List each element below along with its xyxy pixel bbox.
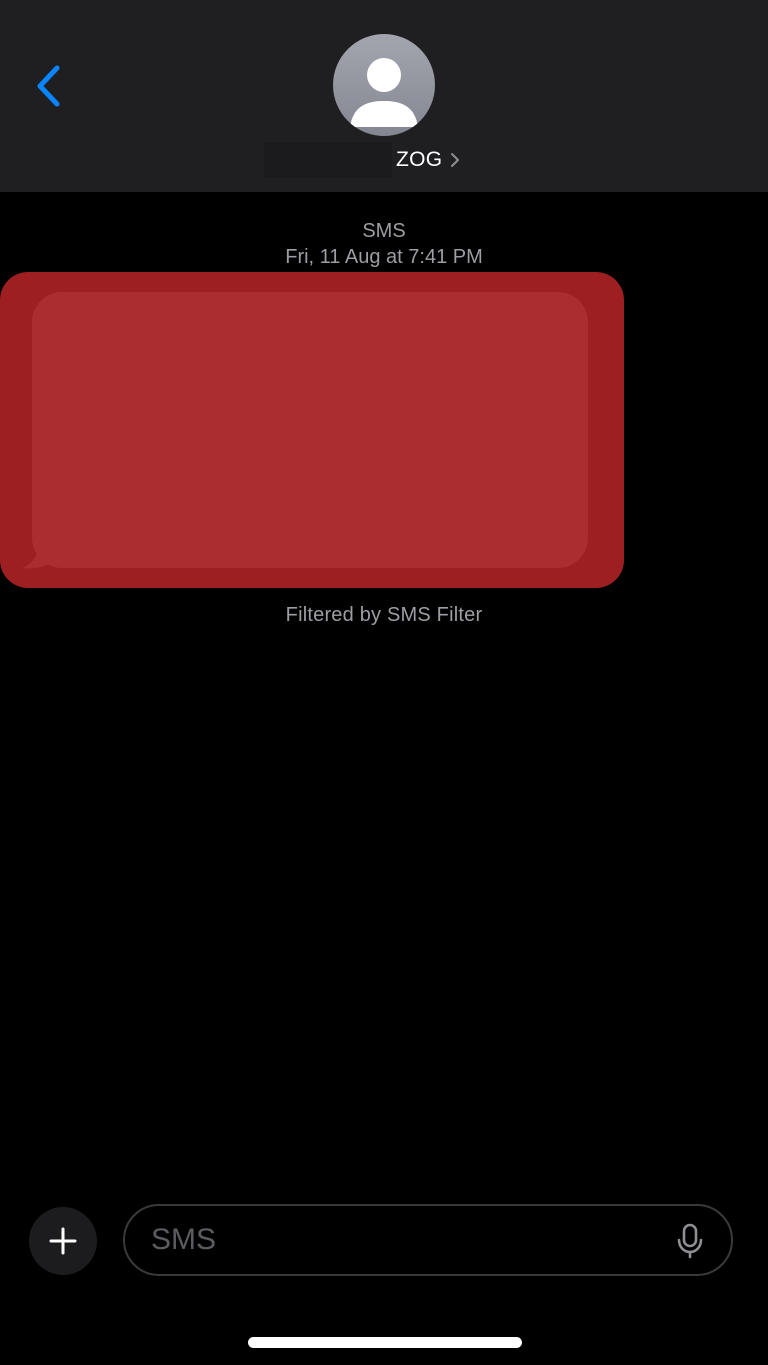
person-silhouette-icon	[350, 58, 418, 127]
back-button[interactable]	[26, 58, 70, 114]
plus-icon	[49, 1227, 77, 1255]
service-label: SMS	[362, 220, 406, 242]
message-input[interactable]	[151, 1206, 651, 1274]
redacted-name-block	[264, 142, 392, 178]
message-timestamp: Fri, 11 Aug at 7:41 PM	[285, 246, 483, 268]
microphone-icon[interactable]	[675, 1223, 705, 1259]
contact-avatar[interactable]	[333, 34, 435, 136]
messages-screen: ZOG SMS Fri, 11 Aug at 7:41 PM Filtered …	[0, 0, 768, 1365]
bubble-tail	[22, 540, 56, 569]
message-field[interactable]	[123, 1204, 733, 1276]
chevron-left-icon	[37, 65, 60, 107]
filtered-note: Filtered by SMS Filter	[285, 604, 483, 626]
contact-name-button[interactable]: ZOG	[396, 146, 460, 174]
conversation-header: ZOG	[0, 0, 768, 192]
message-bubble-redacted[interactable]	[0, 272, 624, 588]
add-attachment-button[interactable]	[29, 1207, 97, 1275]
home-indicator[interactable]	[248, 1337, 522, 1348]
contact-name: ZOG	[396, 148, 443, 171]
chevron-right-icon	[451, 153, 460, 167]
message-bubble-content	[32, 292, 588, 568]
